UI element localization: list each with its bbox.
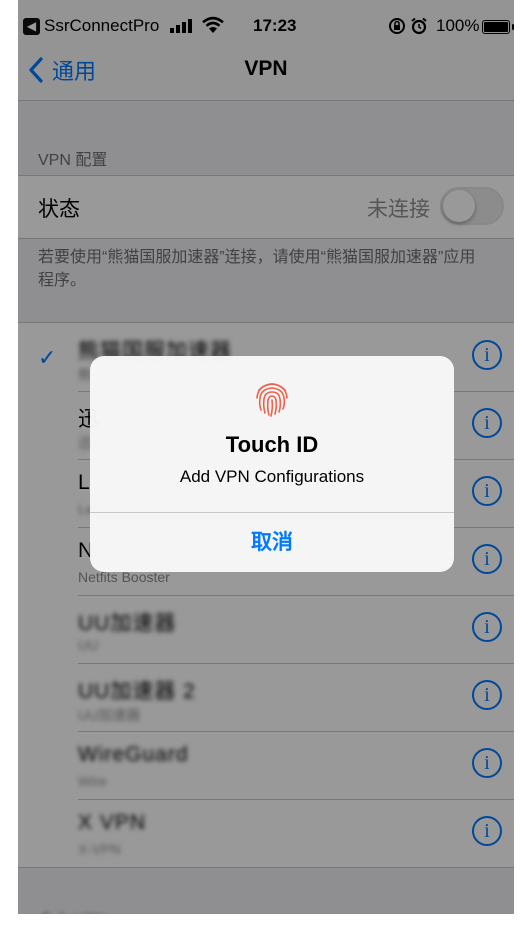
- touch-id-alert: Touch ID Add VPN Configurations 取消: [90, 356, 454, 572]
- alert-title: Touch ID: [225, 432, 319, 457]
- cancel-button[interactable]: 取消: [90, 513, 454, 572]
- alert-message: Add VPN Configurations: [179, 467, 365, 486]
- vpn-settings-screen: ◀ SsrConnectPro 17:23 100% 通用 VPN VPN 配置…: [18, 0, 514, 914]
- fingerprint-icon: [256, 383, 288, 417]
